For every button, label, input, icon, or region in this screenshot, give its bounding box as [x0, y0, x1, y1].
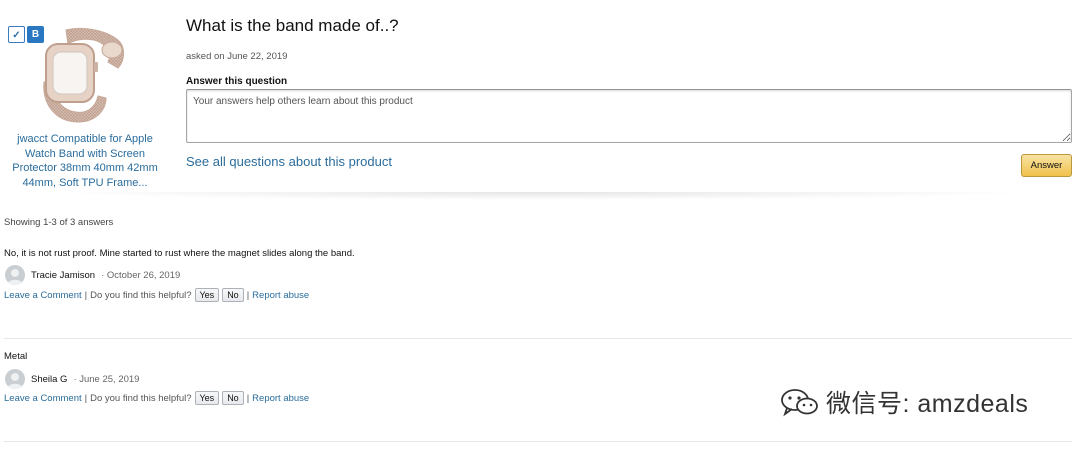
helpful-no-button[interactable]: No — [222, 288, 244, 302]
wechat-icon — [781, 389, 818, 417]
verified-check-badge: ✓ — [8, 26, 25, 43]
answer-date: · June 25, 2019 — [73, 373, 140, 385]
product-badges: ✓ B — [8, 26, 44, 43]
helpful-yes-button[interactable]: Yes — [194, 288, 220, 302]
section-divider — [40, 192, 1040, 200]
avatar — [5, 265, 25, 285]
answer-actions: Leave a Comment | Do you find this helpf… — [4, 391, 309, 405]
leave-comment-link[interactable]: Leave a Comment — [4, 290, 82, 301]
helpful-yes-button[interactable]: Yes — [194, 391, 220, 405]
helpful-prompt: Do you find this helpful? — [90, 289, 192, 301]
product-title-link[interactable]: jwacct Compatible for Apple Watch Band w… — [4, 132, 166, 190]
separator: | — [246, 392, 250, 404]
author-name[interactable]: Sheila G — [31, 374, 67, 385]
answer-divider — [4, 338, 1072, 339]
helpful-prompt: Do you find this helpful? — [90, 392, 192, 404]
answers-count: Showing 1-3 of 3 answers — [4, 217, 114, 228]
answer-text: Metal — [4, 351, 28, 362]
brand-letter-badge: B — [27, 26, 44, 43]
answer-textarea[interactable] — [186, 89, 1072, 143]
avatar — [5, 369, 25, 389]
answer-actions: Leave a Comment | Do you find this helpf… — [4, 288, 309, 302]
separator: | — [84, 289, 88, 301]
question-title: What is the band made of..? — [186, 16, 399, 35]
watermark-text: 微信号: amzdeals — [826, 390, 1029, 418]
answer-button[interactable]: Answer — [1021, 154, 1072, 177]
separator: | — [84, 392, 88, 404]
watermark: 微信号: amzdeals — [780, 384, 1028, 420]
see-all-questions-link[interactable]: See all questions about this product — [186, 154, 392, 169]
asked-date: asked on June 22, 2019 — [186, 51, 288, 62]
answer-author-row: Sheila G · June 25, 2019 — [5, 369, 139, 389]
user-silhouette-icon — [7, 373, 23, 389]
answer-text: No, it is not rust proof. Mine started t… — [4, 248, 355, 259]
report-abuse-link[interactable]: Report abuse — [252, 393, 309, 404]
leave-comment-link[interactable]: Leave a Comment — [4, 393, 82, 404]
answer-author-row: Tracie Jamison · October 26, 2019 — [5, 265, 180, 285]
helpful-no-button[interactable]: No — [222, 391, 244, 405]
answer-field-label: Answer this question — [186, 76, 288, 87]
answer-divider — [4, 441, 1072, 442]
separator: | — [246, 289, 250, 301]
answer-date: · October 26, 2019 — [101, 269, 181, 281]
author-name[interactable]: Tracie Jamison — [31, 270, 95, 281]
user-silhouette-icon — [7, 269, 23, 285]
report-abuse-link[interactable]: Report abuse — [252, 290, 309, 301]
